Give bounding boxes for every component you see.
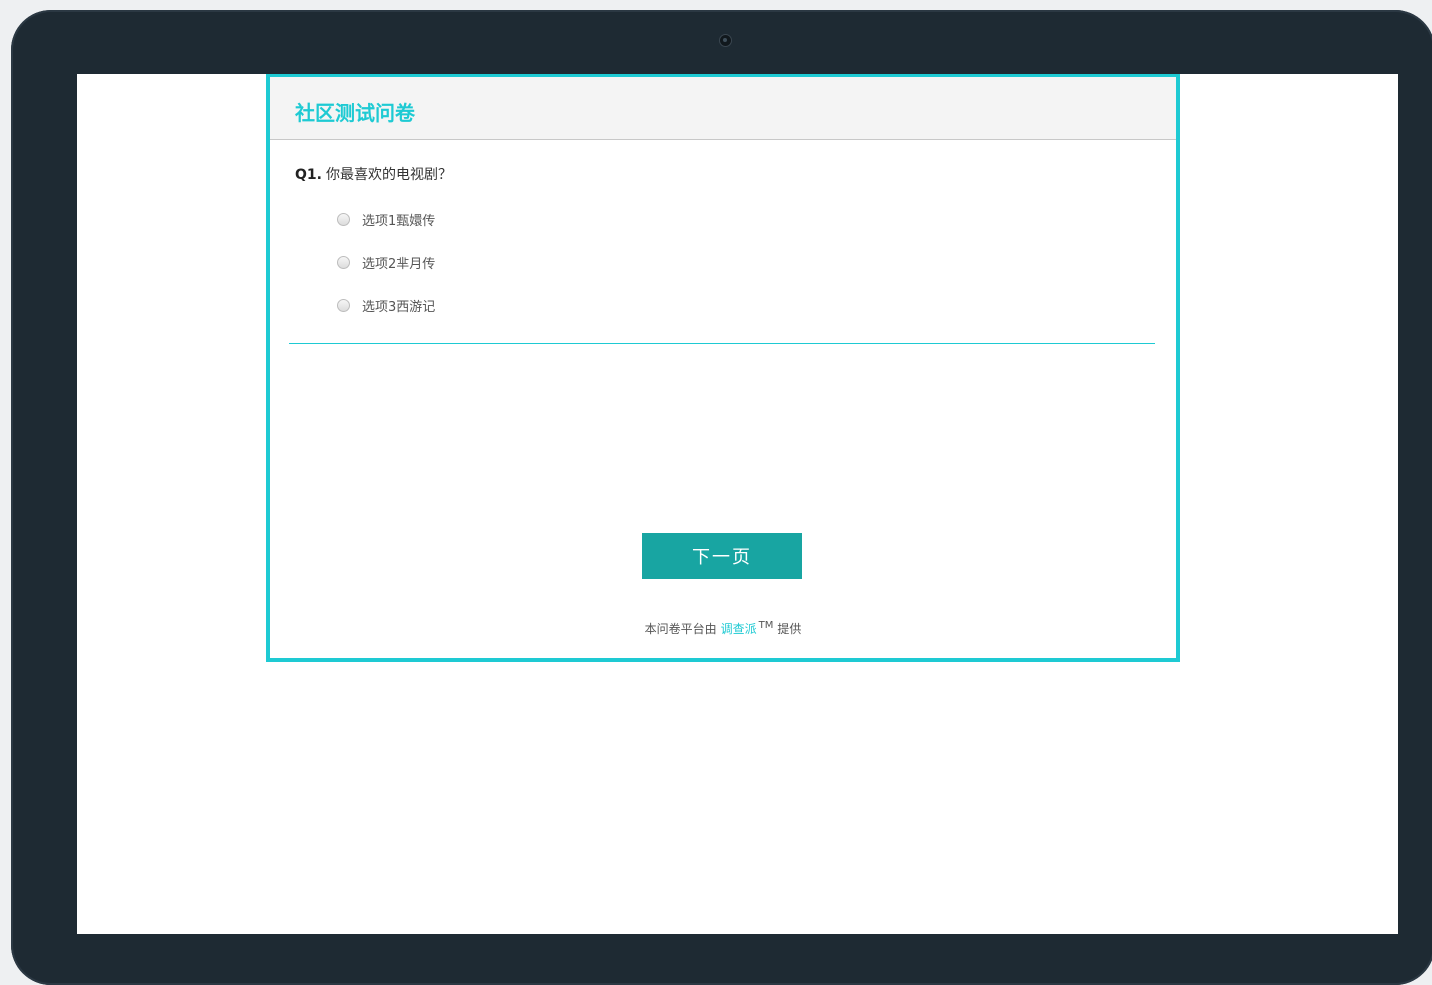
- camera-icon: [720, 35, 731, 46]
- survey-panel: 社区测试问卷 Q1. 你最喜欢的电视剧？ 选项1甄嬛传 选项2芈月传 选项3西游记…: [266, 74, 1180, 662]
- tablet-screen: 社区测试问卷 Q1. 你最喜欢的电视剧？ 选项1甄嬛传 选项2芈月传 选项3西游记…: [77, 74, 1398, 934]
- radio-button[interactable]: [337, 299, 350, 312]
- survey-header: 社区测试问卷: [270, 77, 1176, 140]
- option-label: 选项3西游记: [362, 300, 436, 315]
- option-3[interactable]: 选项3西游记: [337, 296, 435, 315]
- radio-button[interactable]: [337, 213, 350, 226]
- option-label: 选项1甄嬛传: [362, 214, 436, 229]
- question-number: Q1.: [295, 167, 322, 183]
- survey-title: 社区测试问卷: [295, 101, 415, 125]
- option-2[interactable]: 选项2芈月传: [337, 253, 435, 272]
- next-page-button[interactable]: 下一页: [642, 533, 802, 579]
- trademark-mark: TM: [758, 620, 774, 631]
- footer-prefix: 本问卷平台由: [644, 622, 717, 636]
- question-q1: Q1. 你最喜欢的电视剧？: [295, 164, 452, 184]
- option-1[interactable]: 选项1甄嬛传: [337, 210, 435, 229]
- option-label: 选项2芈月传: [362, 257, 436, 272]
- brand-link[interactable]: 调查派: [721, 622, 757, 636]
- tablet-device: 社区测试问卷 Q1. 你最喜欢的电视剧？ 选项1甄嬛传 选项2芈月传 选项3西游记…: [11, 10, 1432, 985]
- radio-button[interactable]: [337, 256, 350, 269]
- question-text: 你最喜欢的电视剧？: [325, 167, 452, 183]
- survey-footer: 本问卷平台由 调查派 TM 提供: [270, 620, 1176, 637]
- question-divider: [289, 343, 1155, 344]
- footer-suffix: 提供: [777, 622, 802, 636]
